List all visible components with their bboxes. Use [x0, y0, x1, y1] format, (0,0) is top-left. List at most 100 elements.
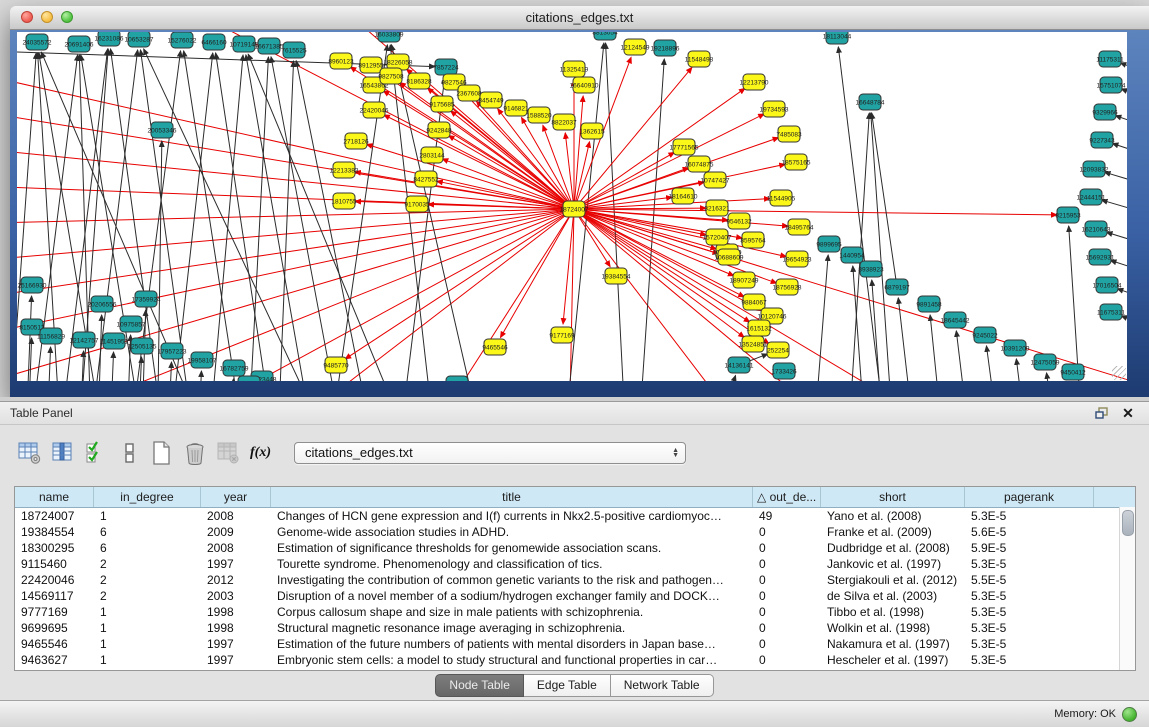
- graph-node[interactable]: 11451951: [100, 333, 129, 349]
- graph-node[interactable]: 10653287: [125, 32, 154, 47]
- select-rows-button[interactable]: [82, 439, 109, 466]
- minimize-window-button[interactable]: [41, 11, 53, 23]
- graph-node[interactable]: 6879197: [884, 279, 910, 295]
- graph-node[interactable]: 9329966: [1092, 104, 1118, 120]
- graph-node[interactable]: 8427552: [413, 171, 439, 187]
- column-header[interactable]: name: [15, 487, 94, 507]
- graph-node[interactable]: 10975857: [117, 316, 146, 332]
- tab-edge-table[interactable]: Edge Table: [524, 674, 611, 697]
- memory-ok-indicator[interactable]: [1122, 707, 1137, 722]
- graph-node[interactable]: 252254: [767, 342, 789, 358]
- graph-node[interactable]: 16648784: [856, 94, 885, 110]
- table-row[interactable]: 1830029562008Estimation of significance …: [15, 540, 1135, 556]
- graph-node[interactable]: 7485083: [776, 126, 802, 142]
- tab-network-table[interactable]: Network Table: [611, 674, 714, 697]
- table-row[interactable]: 2242004622012Investigating the contribut…: [15, 572, 1135, 588]
- graph-node[interactable]: 18495764: [785, 219, 814, 235]
- graph-node[interactable]: 17359924: [132, 291, 161, 307]
- graph-node[interactable]: 9186853: [236, 376, 262, 381]
- graph-node[interactable]: 12124549: [621, 39, 650, 55]
- graph-node[interactable]: 7615525: [281, 42, 307, 58]
- graph-node[interactable]: 16640910: [570, 77, 599, 93]
- graph-node[interactable]: 13524851: [739, 336, 768, 352]
- graph-node[interactable]: 9546132: [726, 213, 752, 229]
- graph-node[interactable]: 1588520: [526, 107, 552, 123]
- table-row[interactable]: 977716911998Corpus callosum shape and si…: [15, 604, 1135, 620]
- table-row[interactable]: 1456911722003Disruption of a novel membe…: [15, 588, 1135, 604]
- scrollbar-thumb[interactable]: [1122, 510, 1134, 536]
- graph-node[interactable]: 15751074: [1097, 77, 1126, 93]
- graph-node[interactable]: 11156829: [37, 328, 65, 344]
- graph-node[interactable]: 15276022: [168, 32, 197, 48]
- graph-node[interactable]: 18756928: [773, 279, 802, 295]
- graph-node[interactable]: 18113044: [823, 32, 852, 44]
- table-row[interactable]: 946362711997Embryonic stem cells: a mode…: [15, 652, 1135, 668]
- graph-node[interactable]: 1810755: [331, 193, 357, 209]
- graph-node[interactable]: 9245022: [972, 327, 998, 343]
- graph-node[interactable]: 12142757: [70, 332, 99, 348]
- graph-node[interactable]: 8938923: [858, 261, 884, 277]
- graph-node[interactable]: 19654923: [783, 251, 812, 267]
- show-columns-button[interactable]: [49, 439, 76, 466]
- graph-node[interactable]: 22420046: [360, 102, 389, 118]
- graph-node[interactable]: 10688609: [715, 249, 744, 265]
- graph-node[interactable]: 15692931: [1086, 249, 1115, 265]
- graph-node[interactable]: 14136141: [725, 357, 754, 373]
- graph-node[interactable]: 9465546: [482, 339, 508, 355]
- graph-node[interactable]: 15720407: [703, 229, 732, 245]
- graph-node[interactable]: 9170035: [404, 196, 430, 212]
- graph-node[interactable]: 7857224: [433, 59, 459, 75]
- canvas-resize-grip[interactable]: [1112, 366, 1126, 380]
- create-table-button[interactable]: [148, 439, 175, 466]
- graph-node[interactable]: 8822037: [551, 114, 577, 130]
- graph-node[interactable]: 12093832: [1080, 161, 1109, 177]
- graph-node[interactable]: 8813054: [592, 32, 618, 40]
- graph-node[interactable]: 1733426: [771, 363, 797, 379]
- graph-node[interactable]: 9242848: [426, 122, 452, 138]
- column-header[interactable]: pagerank: [965, 487, 1094, 507]
- table-row[interactable]: 1938455462009Genome-wide association stu…: [15, 524, 1135, 540]
- graph-node[interactable]: 9899695: [816, 236, 842, 252]
- table-row[interactable]: 911546021997Tourette syndrome. Phenomeno…: [15, 556, 1135, 572]
- graph-node[interactable]: 9146821: [503, 100, 529, 116]
- graph-node[interactable]: 18645442: [941, 312, 970, 328]
- zoom-window-button[interactable]: [61, 11, 73, 23]
- graph-node[interactable]: 12475059: [1031, 354, 1060, 370]
- graph-node[interactable]: 9891458: [916, 296, 942, 312]
- graph-node[interactable]: 16671385: [255, 38, 284, 54]
- graph-node[interactable]: 11544905: [767, 190, 796, 206]
- graph-node[interactable]: 18907249: [730, 272, 759, 288]
- graph-node[interactable]: 9884067: [741, 294, 767, 310]
- graph-node[interactable]: 9485770: [323, 357, 349, 373]
- graph-node[interactable]: 2803144: [419, 147, 445, 163]
- column-header[interactable]: in_degree: [94, 487, 201, 507]
- graph-node[interactable]: 8960123: [328, 53, 354, 69]
- table-row[interactable]: 946554611997Estimation of the future num…: [15, 636, 1135, 652]
- graph-node[interactable]: 16033809: [375, 32, 404, 42]
- graph-node[interactable]: 20691406: [65, 36, 94, 52]
- graph-node[interactable]: 19734593: [760, 101, 789, 117]
- network-canvas[interactable]: 24035572 206914061623108610653287 15276022…: [17, 32, 1127, 381]
- graph-node[interactable]: 20053346: [148, 122, 177, 138]
- graph-node[interactable]: 18164610: [669, 188, 698, 204]
- window-titlebar[interactable]: citations_edges.txt: [10, 6, 1149, 30]
- graph-node[interactable]: 2718126: [343, 133, 369, 149]
- graph-node[interactable]: 12444151: [1077, 189, 1106, 205]
- graph-node[interactable]: 16231086: [95, 32, 124, 46]
- graph-node[interactable]: 18724007: [560, 201, 589, 217]
- graph-node[interactable]: 3216321: [704, 200, 730, 216]
- graph-node[interactable]: 16782759: [220, 360, 249, 376]
- graph-node[interactable]: 10391209: [1001, 340, 1030, 356]
- column-header[interactable]: title: [271, 487, 753, 507]
- graph-node[interactable]: 11675311: [1097, 304, 1125, 320]
- graph-node[interactable]: 11548498: [685, 51, 714, 67]
- graph-node[interactable]: 17957223: [158, 343, 187, 359]
- graph-node[interactable]: 24035572: [23, 34, 52, 50]
- column-header[interactable]: year: [201, 487, 271, 507]
- graph-node[interactable]: 12505135: [128, 338, 157, 354]
- graph-node[interactable]: 9227343: [1089, 132, 1115, 148]
- graph-node[interactable]: 19384554: [602, 268, 631, 284]
- graph-node[interactable]: 1440954: [839, 247, 865, 263]
- graph-node[interactable]: 17771565: [670, 139, 699, 155]
- delete-table-button[interactable]: [181, 439, 208, 466]
